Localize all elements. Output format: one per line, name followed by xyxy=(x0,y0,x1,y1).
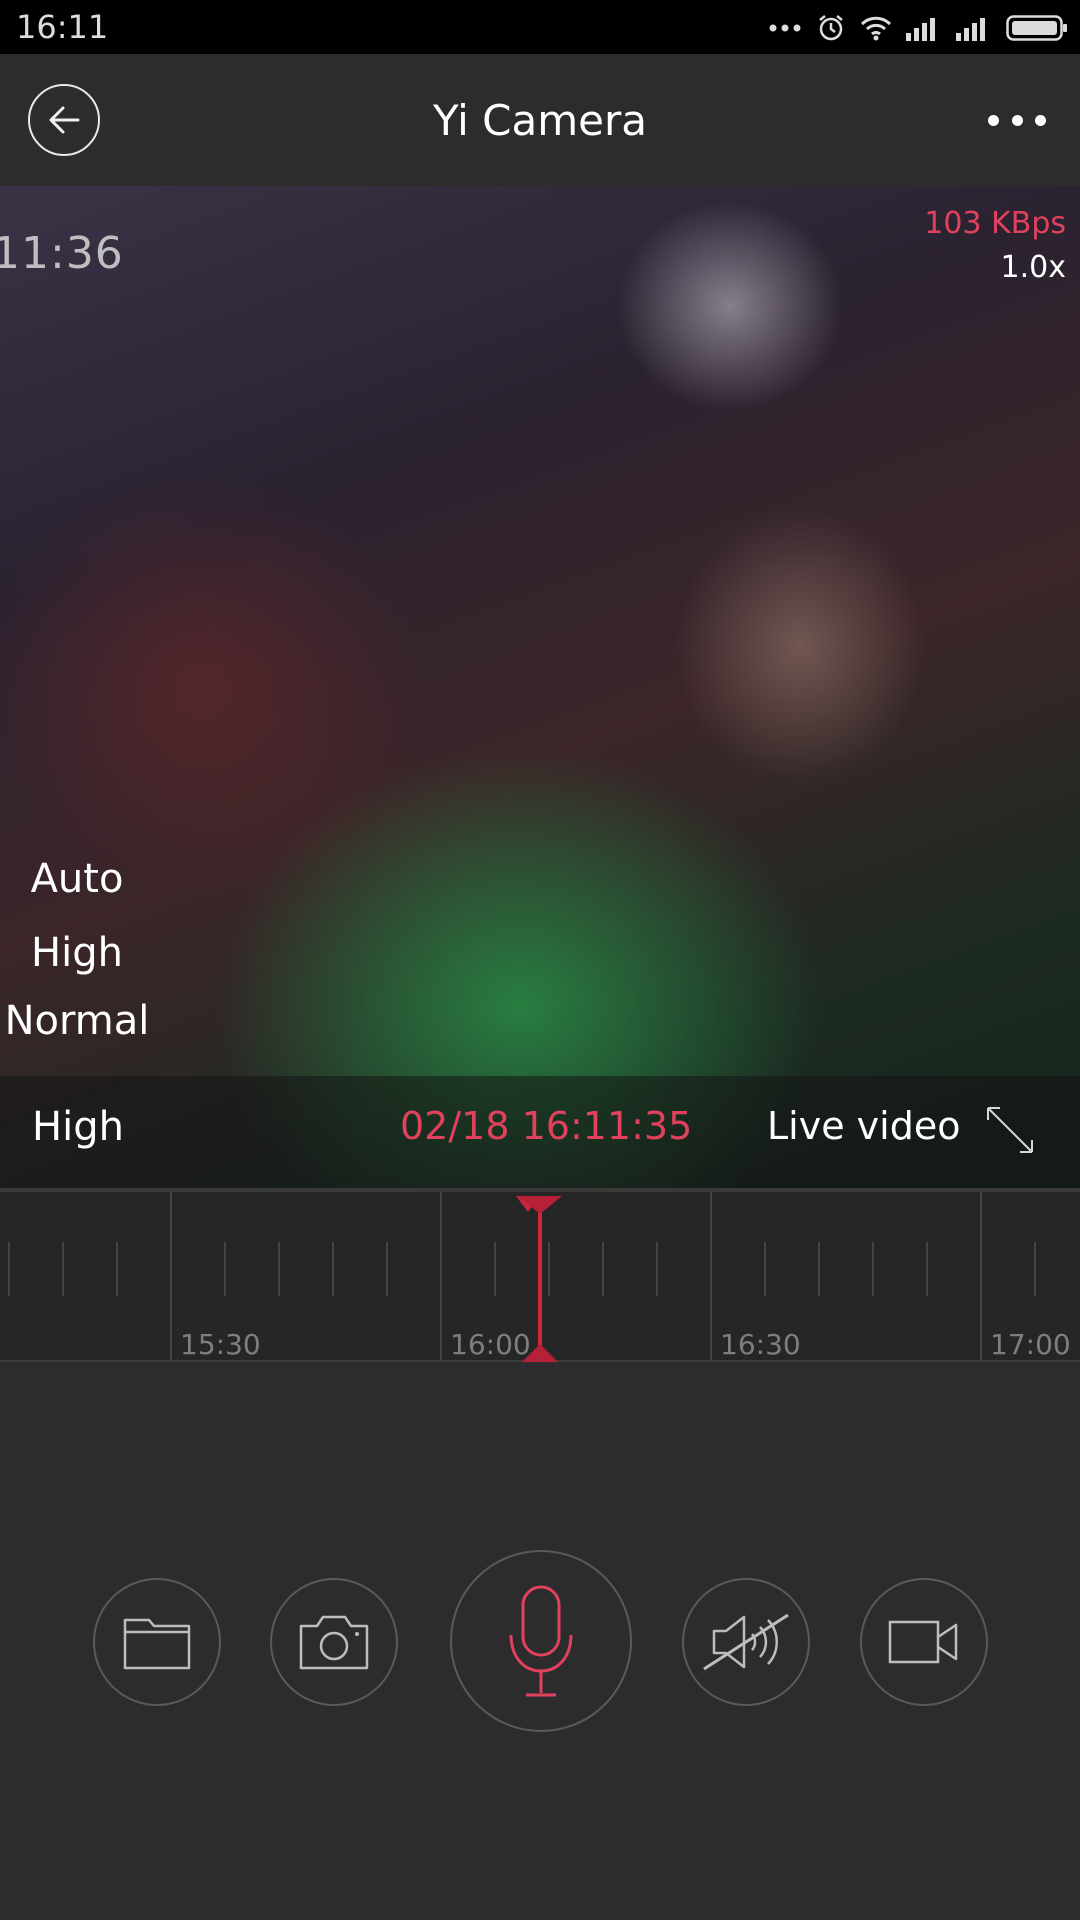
timeline-label: 15:30 xyxy=(180,1328,261,1361)
talk-button[interactable] xyxy=(450,1550,632,1732)
snapshot-button[interactable] xyxy=(270,1578,398,1706)
status-time: 16:11 xyxy=(16,8,109,46)
control-panel xyxy=(0,1362,1080,1920)
more-options-button[interactable] xyxy=(988,110,1046,130)
timeline-label: 16:00 xyxy=(450,1328,531,1361)
quality-option-high[interactable]: High xyxy=(0,930,154,976)
timeline-label: 17:00 xyxy=(990,1328,1071,1361)
alarm-icon xyxy=(819,15,843,41)
wifi-icon xyxy=(860,16,892,41)
live-video-view[interactable]: 11:36 103 KBps 1.0x Auto High Normal Hig… xyxy=(0,186,1080,1188)
folder-icon xyxy=(123,1618,191,1670)
page-title: Yi Camera xyxy=(433,96,647,145)
app-bar: Yi Camera xyxy=(0,54,1080,186)
more-dots-icon xyxy=(769,24,801,32)
video-record-icon xyxy=(888,1620,958,1664)
timeline-ticks xyxy=(8,1192,1036,1362)
camera-icon xyxy=(299,1615,369,1670)
video-info-bar: High 02/18 16:11:35 Live video xyxy=(0,1076,1080,1188)
microphone-icon xyxy=(509,1585,573,1697)
mute-button[interactable] xyxy=(682,1578,810,1706)
gallery-button[interactable] xyxy=(93,1578,221,1706)
camera-overlay-time: 11:36 xyxy=(0,228,124,279)
zoom-level: 1.0x xyxy=(1000,250,1066,285)
status-icons xyxy=(768,10,1068,46)
playback-timeline[interactable]: 15:30 16:00 16:30 17:00 xyxy=(0,1188,1080,1362)
quality-option-normal[interactable]: Normal xyxy=(0,998,154,1044)
fullscreen-icon xyxy=(987,1107,1033,1153)
quality-selector[interactable]: High xyxy=(32,1104,124,1150)
fullscreen-button[interactable] xyxy=(982,1102,1038,1158)
signal-icon xyxy=(956,18,985,41)
timeline-label: 16:30 xyxy=(720,1328,801,1361)
more-horizontal-icon xyxy=(988,114,999,126)
video-timestamp: 02/18 16:11:35 xyxy=(400,1104,693,1148)
status-bar: 16:11 xyxy=(0,0,1080,54)
speaker-muted-icon xyxy=(703,1613,789,1671)
signal-icon xyxy=(906,18,935,41)
live-video-label[interactable]: Live video xyxy=(767,1104,960,1148)
battery-icon xyxy=(1006,15,1067,41)
record-button[interactable] xyxy=(860,1578,988,1706)
bitrate-indicator: 103 KBps xyxy=(924,206,1066,241)
quality-option-auto[interactable]: Auto xyxy=(0,856,154,902)
